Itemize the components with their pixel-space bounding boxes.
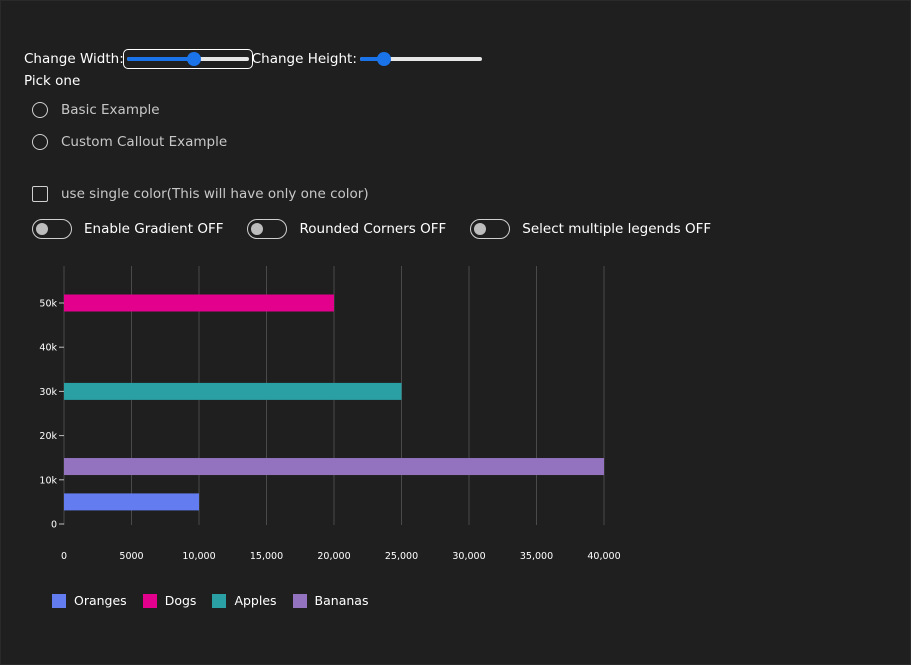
radio-custom-callout[interactable]: Custom Callout Example: [32, 134, 227, 150]
legend-item-bananas[interactable]: Bananas: [292, 593, 369, 608]
horizontal-bar-chart: 0 5000 10,000 15,000 20,000 25,000 30,000 35,00…: [39, 266, 621, 562]
single-color-checkbox[interactable]: use single color(This will have only one…: [32, 186, 369, 202]
x-tick-label: 15,000: [250, 551, 283, 562]
toggle-knob: [251, 223, 264, 235]
y-tick-label: 0: [51, 520, 57, 531]
toggle-row: Enable Gradient OFF Rounded Corners OFF …: [32, 219, 735, 239]
toggle-knob: [474, 223, 487, 235]
bar-dogs: [64, 294, 334, 312]
legend-item-apples[interactable]: Apples: [212, 593, 277, 608]
y-tick-label: 30k: [39, 387, 57, 398]
x-tick-label: 25,000: [385, 551, 418, 562]
change-height-label: Change Height:: [251, 51, 357, 67]
x-tick-label: 20,000: [317, 551, 350, 562]
x-tick-label: 40,000: [587, 551, 620, 562]
height-slider[interactable]: [357, 50, 485, 68]
bar-oranges: [64, 493, 199, 511]
bar-bananas: [64, 458, 604, 476]
width-slider-fill: [126, 57, 194, 61]
toggle-switch-icon[interactable]: [32, 219, 72, 239]
toggle-knob: [36, 223, 48, 235]
radio-custom-label: Custom Callout Example: [61, 134, 228, 150]
change-width-label: Change Width:: [24, 51, 124, 67]
legend-swatch: [52, 593, 66, 608]
legend-label: Oranges: [74, 593, 127, 608]
legend-label: Bananas: [314, 593, 369, 608]
legend-item-dogs[interactable]: Dogs: [142, 593, 197, 608]
legend-label: Apples: [234, 593, 277, 608]
x-tick-label: 10,000: [182, 551, 215, 562]
rounded-corners-toggle[interactable]: Rounded Corners OFF: [247, 219, 446, 239]
x-tick-label: 5000: [119, 551, 143, 562]
y-tick-label: 40k: [39, 343, 57, 354]
legend-item-oranges[interactable]: Oranges: [52, 593, 127, 608]
radio-circle-icon[interactable]: [32, 134, 48, 150]
radio-circle-icon[interactable]: [32, 102, 48, 118]
toggle-switch-icon[interactable]: [247, 219, 288, 239]
y-tick-label: 10k: [39, 475, 57, 486]
toggle-switch-icon[interactable]: [470, 219, 511, 239]
legend-swatch: [142, 593, 157, 608]
y-tick-label: 20k: [39, 431, 57, 442]
width-slider-thumb[interactable]: [186, 52, 201, 66]
width-slider[interactable]: [122, 49, 253, 69]
y-tick-label: 50k: [39, 299, 57, 310]
checkbox-box-icon[interactable]: [32, 186, 48, 202]
size-controls: Change Width: Change Height:: [24, 48, 485, 70]
radio-basic-example[interactable]: Basic Example: [32, 102, 160, 118]
height-slider-thumb[interactable]: [377, 52, 392, 66]
single-color-label: use single color(This will have only one…: [61, 186, 369, 202]
x-tick-label: 0: [61, 551, 67, 562]
gradient-toggle-label: Enable Gradient OFF: [84, 221, 224, 237]
legend-swatch: [292, 593, 307, 608]
multi-legend-toggle[interactable]: Select multiple legends OFF: [470, 219, 711, 239]
pick-one-label: Pick one: [24, 73, 81, 89]
gradient-toggle[interactable]: Enable Gradient OFF: [32, 219, 223, 239]
x-tick-label: 30,000: [452, 551, 485, 562]
legend-swatch: [212, 593, 227, 608]
chart-legend: Oranges Dogs Apples Bananas: [52, 593, 384, 608]
multi-legend-toggle-label: Select multiple legends OFF: [522, 221, 712, 237]
bar-apples: [64, 382, 402, 400]
x-tick-label: 35,000: [520, 551, 553, 562]
rounded-toggle-label: Rounded Corners OFF: [299, 221, 447, 237]
legend-label: Dogs: [164, 593, 197, 608]
radio-basic-label: Basic Example: [61, 102, 160, 118]
